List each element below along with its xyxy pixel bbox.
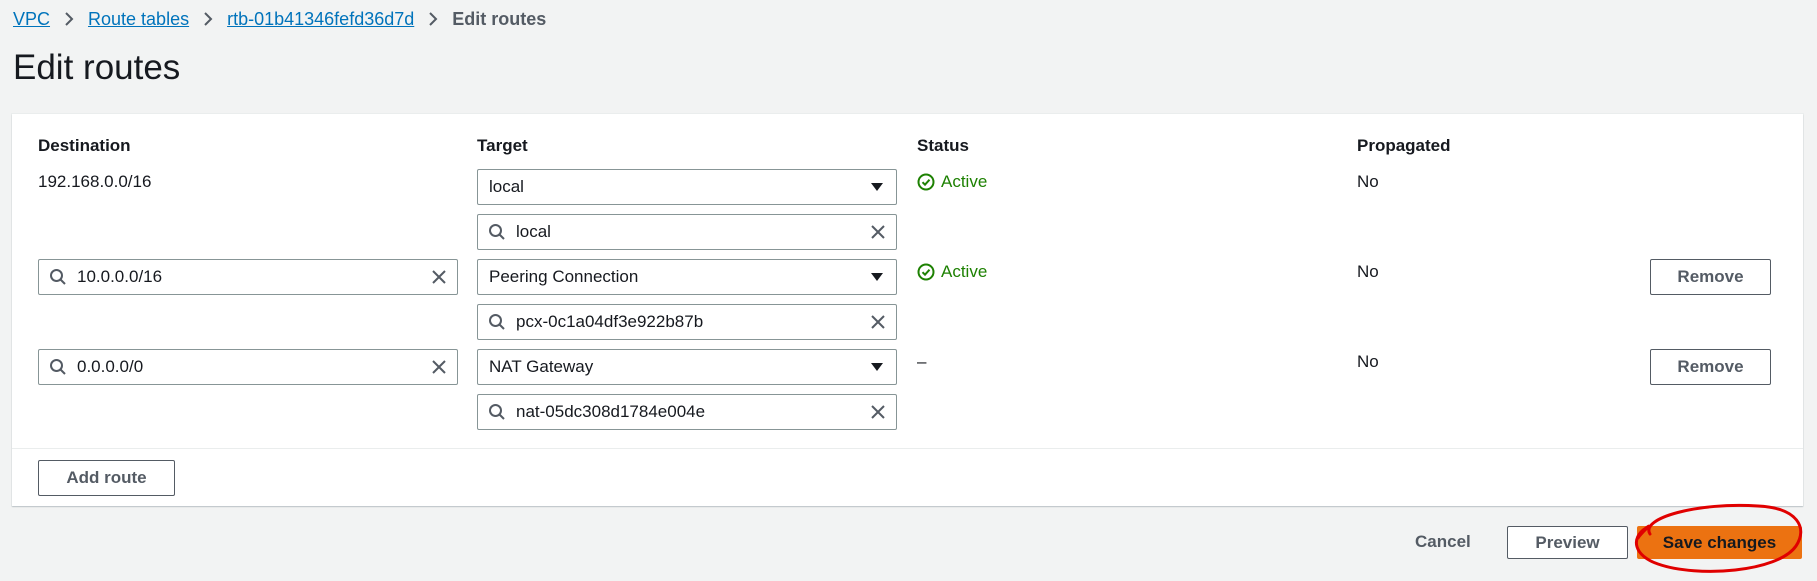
preview-button[interactable]: Preview [1507,526,1628,559]
status-active: Active [917,262,987,282]
target-search-value: nat-05dc308d1784e004e [516,402,706,421]
remove-route-button[interactable]: Remove [1650,349,1771,385]
route-destination-text: 192.168.0.0/16 [38,172,152,191]
destination-value: 0.0.0.0/0 [77,357,144,376]
cancel-button[interactable]: Cancel [1415,532,1471,552]
routes-panel: Destination Target Status Propagated 192… [12,114,1803,506]
panel-divider [12,448,1803,449]
status-label: Active [941,172,988,191]
breadcrumb-route-table-id[interactable]: rtb-01b41346fefd36d7d [227,9,414,30]
status-success-icon [917,173,935,191]
column-header-propagated: Propagated [1357,136,1451,155]
status-empty: – [917,352,927,371]
target-type-value: Peering Connection [489,267,639,286]
breadcrumb: VPC Route tables rtb-01b41346fefd36d7d E… [13,7,546,31]
clear-icon[interactable] [421,269,457,285]
chevron-right-icon [64,12,74,26]
target-type-select[interactable]: local [477,169,897,205]
target-search-input[interactable]: local [477,214,897,250]
clear-icon[interactable] [860,404,896,420]
status-label: Active [941,262,988,281]
clear-icon[interactable] [860,224,896,240]
search-icon [478,403,516,421]
save-changes-button[interactable]: Save changes [1637,526,1802,559]
clear-icon[interactable] [860,314,896,330]
search-icon [39,358,77,376]
page-title: Edit routes [13,48,181,87]
caret-down-icon [858,362,896,372]
target-search-value: pcx-0c1a04df3e922b87b [516,312,704,331]
remove-route-button[interactable]: Remove [1650,259,1771,295]
target-search-input[interactable]: pcx-0c1a04df3e922b87b [477,304,897,340]
destination-input[interactable]: 10.0.0.0/16 [38,259,458,295]
destination-input[interactable]: 0.0.0.0/0 [38,349,458,385]
target-type-select[interactable]: Peering Connection [477,259,897,295]
search-icon [478,313,516,331]
target-type-value: NAT Gateway [489,357,594,376]
propagated-value: No [1357,172,1379,191]
target-search-input[interactable]: nat-05dc308d1784e004e [477,394,897,430]
status-success-icon [917,263,935,281]
destination-value: 10.0.0.0/16 [77,267,163,286]
propagated-value: No [1357,352,1379,371]
breadcrumb-route-tables[interactable]: Route tables [88,9,189,30]
caret-down-icon [858,272,896,282]
add-route-button[interactable]: Add route [38,460,175,496]
column-header-status: Status [917,136,969,155]
clear-icon[interactable] [421,359,457,375]
target-type-select[interactable]: NAT Gateway [477,349,897,385]
breadcrumb-current: Edit routes [452,8,547,29]
search-icon [39,268,77,286]
search-icon [478,223,516,241]
column-header-destination: Destination [38,136,131,155]
target-type-value: local [489,177,524,196]
breadcrumb-vpc[interactable]: VPC [13,9,50,30]
chevron-right-icon [428,12,438,26]
propagated-value: No [1357,262,1379,281]
chevron-right-icon [203,12,213,26]
caret-down-icon [858,182,896,192]
status-active: Active [917,172,987,192]
column-header-target: Target [477,136,528,155]
target-search-value: local [516,222,551,241]
